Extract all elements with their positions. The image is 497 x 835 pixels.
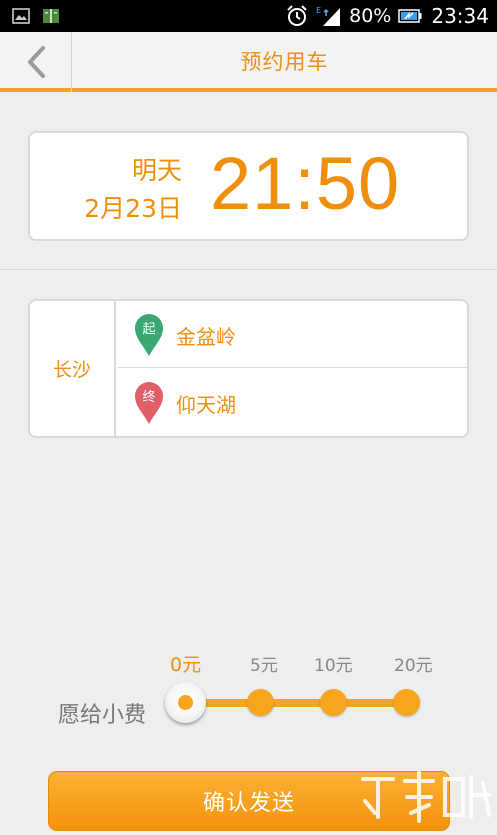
tip-stop-5[interactable]: [247, 689, 274, 716]
tip-option-0[interactable]: 0元: [170, 650, 201, 677]
watermark-logo: [361, 771, 491, 823]
start-pin-label: 起: [142, 322, 156, 337]
start-pin-icon: 起: [133, 313, 165, 357]
chevron-left-icon: [27, 46, 45, 78]
back-button[interactable]: [0, 32, 72, 92]
pickup-clock: 21:50: [210, 142, 401, 225]
tip-option-10[interactable]: 10元: [314, 651, 353, 676]
pickup-time-card[interactable]: 明天 2月23日 21:50: [28, 131, 469, 241]
end-pin-icon: 终: [133, 381, 165, 425]
end-location-row[interactable]: 终 仰天湖: [118, 369, 467, 436]
pickup-date: 2月23日: [84, 194, 182, 223]
route-card: 长沙 起 金盆岭 终 仰天湖: [28, 299, 469, 438]
tip-stop-20[interactable]: [393, 689, 420, 716]
status-bar: E 80% 23:34: [0, 0, 497, 32]
tip-slider-track[interactable]: [186, 699, 408, 707]
tip-handle-center: [178, 695, 193, 710]
tip-option-5[interactable]: 5元: [250, 651, 278, 676]
start-location-row[interactable]: 起 金盆岭: [118, 301, 467, 368]
battery-icon: [398, 9, 422, 23]
tip-slider-handle[interactable]: [165, 682, 206, 723]
battery-percent: 80%: [349, 5, 392, 27]
tip-option-20[interactable]: 20元: [394, 651, 433, 676]
confirm-label: 确认发送: [202, 791, 295, 816]
alarm-icon: [287, 5, 307, 26]
tip-stop-10[interactable]: [320, 689, 347, 716]
end-place: 仰天湖: [176, 393, 236, 417]
start-place: 金盆岭: [176, 325, 236, 349]
book-icon: [43, 9, 59, 23]
section-divider: [0, 269, 497, 270]
picture-icon: [12, 8, 30, 24]
pickup-day: 明天: [131, 156, 182, 185]
city-selector[interactable]: 长沙: [30, 301, 116, 436]
svg-text:E: E: [316, 6, 321, 15]
end-pin-label: 终: [142, 390, 156, 405]
page-title: 预约用车: [240, 50, 329, 74]
city-label: 长沙: [52, 359, 91, 381]
tip-label: 愿给小费: [58, 703, 147, 728]
signal-icon: E: [316, 6, 341, 26]
title-bar: 预约用车: [0, 32, 497, 92]
status-time: 23:34: [431, 4, 489, 28]
